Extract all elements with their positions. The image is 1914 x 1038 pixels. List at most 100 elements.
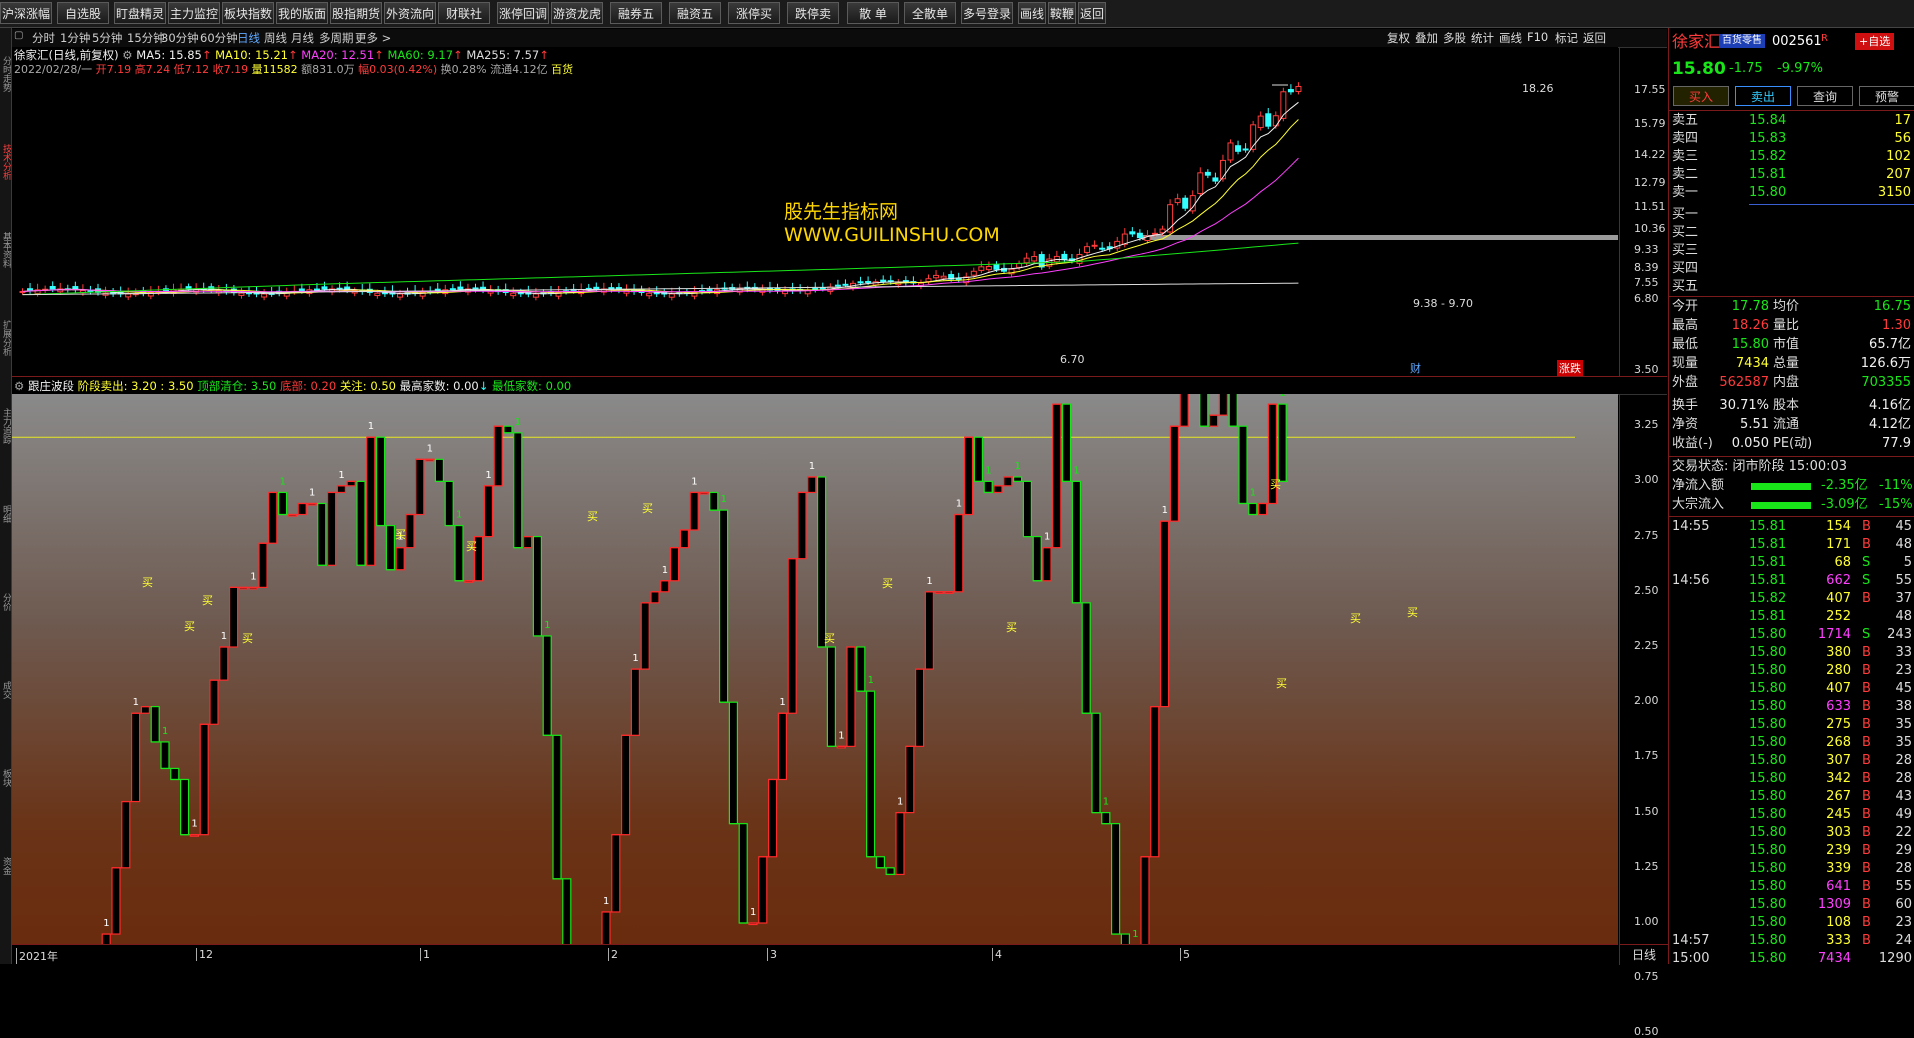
left-tab-7[interactable]: 成交 [0, 650, 11, 730]
toolbar-button-2[interactable]: 盯盘精灵 [114, 2, 166, 24]
period-0[interactable]: 分时 [32, 30, 55, 46]
toolbar-button-4[interactable]: 板块指数 [222, 2, 274, 24]
chart-tool-3[interactable]: 统计 [1471, 30, 1494, 46]
trade-button-0[interactable]: 买入 [1673, 86, 1729, 106]
signal-one: 1 [662, 565, 668, 576]
wave-bar [513, 432, 523, 549]
period-9[interactable]: 多周期 [319, 30, 354, 46]
tick-list[interactable]: 14:55 15.81 154 B 45 15.81 171 B 48 15.81 68 S 5 14:5… [1669, 518, 1914, 964]
bid-row: 买五 [1669, 278, 1914, 296]
ask-level: 卖五 [1672, 113, 1699, 128]
tick-row: 15.81 171 B 48 [1669, 536, 1914, 554]
candle-body [510, 292, 517, 297]
toolbar-button-13[interactable]: 涨停买 [728, 2, 780, 24]
toolbar-button-18[interactable]: 画线 [1018, 2, 1046, 24]
left-tab-4[interactable]: 主力追踪 [0, 386, 11, 466]
tick-count: 38 [1895, 699, 1912, 714]
buy-marker: 买 [882, 577, 893, 590]
tick-price: 15.80 [1749, 663, 1787, 678]
trade-button-1[interactable]: 卖出 [1735, 86, 1791, 106]
candle-body [834, 284, 841, 287]
period-7[interactable]: 周线 [264, 30, 287, 46]
left-tab-2[interactable]: 基本资料 [0, 210, 11, 290]
kline-chart[interactable]: 徐家汇(日线,前复权) ⚙ MA5: 15.85↑ MA10: 15.21↑ M… [12, 47, 1618, 376]
toolbar-button-15[interactable]: 散 单 [847, 2, 899, 24]
trade-button-3[interactable]: 预警 [1859, 86, 1914, 106]
toolbar-button-9[interactable]: 涨停回调 [497, 2, 549, 24]
price-tick-7: 8.39 [1634, 261, 1659, 274]
finance-flag[interactable]: 财 [1410, 360, 1421, 376]
trade-button-2[interactable]: 查询 [1797, 86, 1853, 106]
period-6[interactable]: 日线 [237, 30, 260, 46]
tick-row: 15.80 380 B 33 [1669, 644, 1914, 662]
tick-side: B [1862, 843, 1871, 858]
toolbar-button-3[interactable]: 主力监控 [168, 2, 220, 24]
toolbar-button-0[interactable]: 沪深涨幅 [0, 2, 52, 24]
chart-tool-7[interactable]: 返回 [1583, 30, 1606, 46]
limit-flag[interactable]: 涨跌 [1557, 360, 1583, 376]
period-indicator[interactable]: 日线 [1619, 944, 1668, 965]
toolbar-button-10[interactable]: 游资龙虎 [551, 2, 603, 24]
chart-tool-2[interactable]: 多股 [1443, 30, 1466, 46]
toolbar-button-8[interactable]: 财联社 [438, 2, 490, 24]
chart-tool-6[interactable]: 标记 [1555, 30, 1578, 46]
toolbar-button-14[interactable]: 跌停卖 [787, 2, 839, 24]
left-tab-6[interactable]: 分价 [0, 562, 11, 642]
add-watchlist-button[interactable]: +自选 [1855, 33, 1895, 50]
left-tab-3[interactable]: 扩展分析 [0, 298, 11, 378]
ind-tick-11: 0.75 [1634, 970, 1659, 984]
tick-price: 15.80 [1749, 717, 1787, 732]
toolbar-button-11[interactable]: 融券五 [610, 2, 662, 24]
ind-tick-6: 2.00 [1634, 694, 1659, 708]
low-price-label: 6.70 [1060, 353, 1085, 366]
period-4[interactable]: 30分钟 [161, 30, 199, 46]
period-10[interactable]: 更多 > [355, 30, 391, 46]
toolbar-button-7[interactable]: 外资流向 [384, 2, 436, 24]
period-2[interactable]: 5分钟 [92, 30, 122, 46]
candle-body [1219, 159, 1226, 180]
tick-count: 23 [1895, 663, 1912, 678]
ask-level: 卖四 [1672, 131, 1699, 146]
left-tab-1[interactable]: 技术分析 [0, 122, 11, 202]
tick-count: 49 [1895, 807, 1912, 822]
period-3[interactable]: 15分钟 [127, 30, 165, 46]
price-tick-2: 14.22 [1634, 148, 1666, 161]
left-tab-5[interactable]: 明细 [0, 474, 11, 554]
tick-side: B [1862, 519, 1871, 534]
period-1[interactable]: 1分钟 [60, 30, 90, 46]
toolbar-button-1[interactable]: 自选股 [57, 2, 109, 24]
ask-price: 15.80 [1749, 185, 1787, 200]
menu-icon[interactable]: ▢ [14, 30, 23, 41]
chart-tool-1[interactable]: 叠加 [1415, 30, 1438, 46]
time-tick-4: 3 [767, 948, 777, 961]
signal-one: 1 [632, 653, 638, 664]
toolbar-button-6[interactable]: 股指期货 [330, 2, 382, 24]
top-toolbar: 沪深涨幅 自选股 盯盘精灵 主力监控 板块指数 我的版面 股指期货 外资流向 财联社 涨停回调 游资… [0, 0, 1914, 28]
toolbar-button-19[interactable]: 鞍鞭 [1048, 2, 1076, 24]
chart-tool-0[interactable]: 复权 [1387, 30, 1410, 46]
wave-bar [1277, 403, 1287, 482]
left-tab-9[interactable]: 资金 [0, 826, 11, 906]
indicator-header: ⚙ 跟庄波段 阶段卖出: 3.20 : 3.50 顶部清仓: 3.50 底部: … [12, 376, 1667, 395]
toolbar-button-12[interactable]: 融资五 [669, 2, 721, 24]
signal-one: 1 [515, 417, 521, 428]
period-5[interactable]: 60分钟 [200, 30, 238, 46]
chart-tool-5[interactable]: F10 [1527, 30, 1548, 44]
toolbar-button-17[interactable]: 多号登录 [961, 2, 1013, 24]
tick-row: 15.80 339 B 28 [1669, 860, 1914, 878]
wave-bar [444, 480, 454, 527]
indicator-chart[interactable]: 1111111111111111111111111111111111111111… [12, 394, 1618, 964]
chart-tool-4[interactable]: 画线 [1499, 30, 1522, 46]
indicator-settings-icon[interactable]: ⚙ [14, 379, 24, 393]
toolbar-button-20[interactable]: 返回 [1078, 2, 1106, 24]
wave-bar [415, 458, 425, 516]
toolbar-button-5[interactable]: 我的版面 [276, 2, 328, 24]
toolbar-button-16[interactable]: 全散单 [904, 2, 956, 24]
industry-tag[interactable]: 百货零售 [1719, 34, 1765, 48]
left-tab-8[interactable]: 板块 [0, 738, 11, 818]
tick-side: B [1862, 897, 1871, 912]
settings-icon[interactable]: ⚙ [122, 48, 132, 62]
period-8[interactable]: 月线 [291, 30, 314, 46]
wave-bar [229, 586, 239, 648]
left-tab-0[interactable]: 分时走势 [0, 34, 11, 114]
